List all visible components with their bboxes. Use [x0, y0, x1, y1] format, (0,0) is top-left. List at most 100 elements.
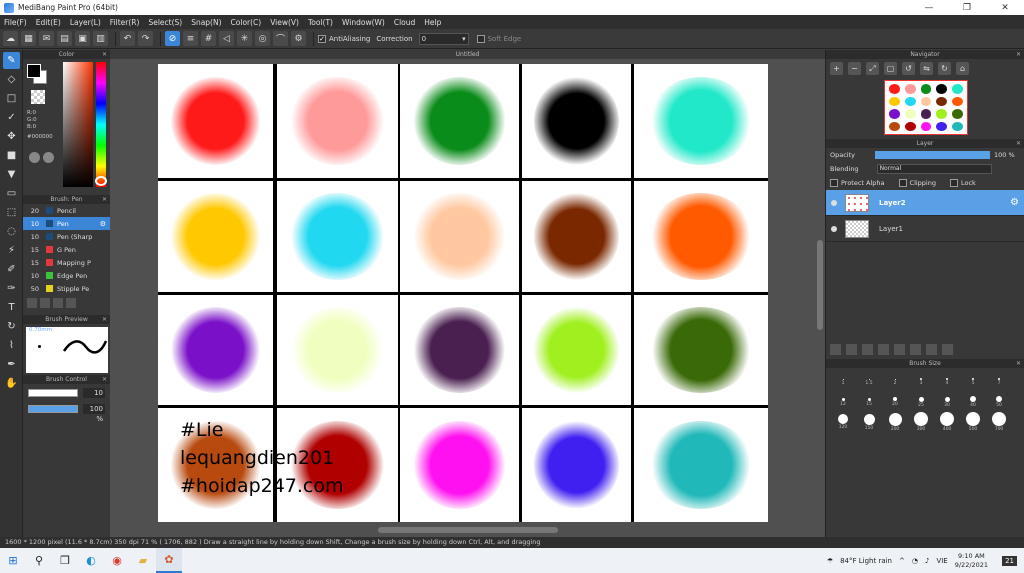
drawing-canvas[interactable]: #Lie lequangdien201 #hoidap247.com — [158, 64, 768, 522]
lock-option[interactable]: Lock — [950, 179, 976, 187]
zoom-out-icon[interactable]: − — [848, 62, 861, 75]
brush-size-option[interactable]: 400 — [934, 412, 960, 432]
brush-size-option[interactable]: 50 — [986, 392, 1012, 412]
menu-item[interactable]: Window(W) — [342, 18, 385, 27]
brush-size-value[interactable]: 10 — [83, 388, 105, 398]
delete-layer-icon[interactable] — [942, 344, 953, 355]
weather-icon[interactable]: ☂ — [827, 557, 833, 565]
brush-size-option[interactable]: 20 — [882, 392, 908, 412]
settings-icon[interactable]: ⚙ — [291, 31, 306, 46]
menu-item[interactable]: Color(C) — [231, 18, 262, 27]
brush-list-item[interactable]: 10 Pen ⚙ — [23, 217, 110, 230]
layer-row[interactable]: Layer1 — [826, 216, 1024, 242]
file-explorer-icon[interactable]: ▰ — [130, 548, 156, 573]
brush-size-option[interactable]: 25 — [908, 392, 934, 412]
magic-wand-tool-icon[interactable]: ⚡ — [3, 242, 20, 259]
menu-item[interactable]: File(F) — [4, 18, 27, 27]
add-layer-menu-icon[interactable] — [878, 344, 889, 355]
lock-checkbox[interactable] — [950, 179, 958, 187]
brush-list-item[interactable]: 10 Edge Pen — [23, 269, 110, 282]
vanishing-snap-icon[interactable]: ◁ — [219, 31, 234, 46]
layer-opacity-slider[interactable] — [875, 151, 991, 159]
eyedropper-tool-icon[interactable]: ⌇ — [3, 337, 20, 354]
layer-row[interactable]: Layer2 ⚙ — [826, 190, 1024, 216]
select-tool-icon[interactable]: ⬚ — [3, 204, 20, 221]
eyedropper-icon[interactable] — [43, 152, 54, 163]
gradient-tool-icon[interactable]: ▭ — [3, 185, 20, 202]
tray-expand-icon[interactable]: ^ — [899, 557, 905, 565]
lock-view-icon[interactable]: ⌂ — [956, 62, 969, 75]
redo-icon[interactable]: ↷ — [138, 31, 153, 46]
lang-indicator[interactable]: VIE — [936, 557, 947, 565]
close-icon[interactable]: ✕ — [1016, 139, 1021, 148]
horizontal-scrollbar[interactable] — [378, 527, 558, 533]
brush-size-option[interactable]: 120 — [830, 412, 856, 432]
lasso-tool-icon[interactable]: ◌ — [3, 223, 20, 240]
brush-size-option[interactable]: 12 — [830, 392, 856, 412]
eye-icon[interactable] — [831, 225, 837, 232]
chrome-browser-icon[interactable]: ◉ — [104, 548, 130, 573]
brush-list-item[interactable]: 20 Pencil — [23, 204, 110, 217]
menu-item[interactable]: Edit(E) — [36, 18, 61, 27]
new-layer-icon[interactable] — [830, 344, 841, 355]
dropper-tool-icon[interactable]: ✒ — [3, 356, 20, 373]
merge-layer-icon[interactable] — [926, 344, 937, 355]
navigator-thumbnail[interactable] — [884, 80, 968, 135]
grid-icon[interactable]: ▥ — [93, 31, 108, 46]
search-icon[interactable]: ⚲ — [26, 548, 52, 573]
close-icon[interactable]: ✕ — [102, 50, 107, 59]
brush-size-option[interactable]: 5 — [960, 372, 986, 392]
brush-options-icon[interactable] — [53, 298, 63, 308]
close-icon[interactable]: ✕ — [1016, 50, 1021, 59]
brush-opacity-value[interactable]: 100 % — [83, 404, 105, 423]
cloud-icon[interactable]: ☁ — [3, 31, 18, 46]
shape-tool-icon[interactable]: ■ — [3, 147, 20, 164]
menu-item[interactable]: View(V) — [270, 18, 299, 27]
weather-text[interactable]: 84°F Light rain — [840, 557, 892, 565]
maximize-button[interactable]: ❐ — [948, 3, 986, 13]
snap-off-icon[interactable]: ⊘ — [165, 31, 180, 46]
brush-size-option[interactable]: 150 — [856, 412, 882, 432]
new-folder-icon[interactable] — [894, 344, 905, 355]
protect-alpha-checkbox[interactable] — [830, 179, 838, 187]
blending-select[interactable]: Normal — [876, 164, 992, 174]
soft-edge-checkbox[interactable] — [476, 34, 485, 43]
brush-size-option[interactable]: 7 — [986, 372, 1012, 392]
rotate-left-icon[interactable]: ↺ — [902, 62, 915, 75]
cross-snap-icon[interactable]: # — [201, 31, 216, 46]
hue-slider-knob[interactable] — [95, 176, 107, 186]
add-brush-icon[interactable] — [27, 298, 37, 308]
brush-list-item[interactable]: 15 G Pen — [23, 243, 110, 256]
new-1bit-layer-icon[interactable] — [862, 344, 873, 355]
select-eraser-tool-icon[interactable]: ✑ — [3, 280, 20, 297]
clipping-option[interactable]: Clipping — [898, 179, 936, 187]
zoom-in-icon[interactable]: + — [830, 62, 843, 75]
text-tool-icon[interactable]: T — [3, 299, 20, 316]
volume-icon[interactable]: ♪ — [925, 557, 929, 565]
page-icon[interactable]: ▤ — [57, 31, 72, 46]
fit-icon[interactable]: ⤢ — [866, 62, 879, 75]
clipping-checkbox[interactable] — [898, 179, 907, 187]
protect-alpha-option[interactable]: Protect Alpha — [830, 179, 885, 187]
flip-icon[interactable]: ⇋ — [920, 62, 933, 75]
new-halftone-layer-icon[interactable] — [846, 344, 857, 355]
network-icon[interactable]: ◔ — [912, 557, 918, 565]
clock[interactable]: 9:10 AM 9/22/2021 — [955, 552, 995, 570]
circle-snap-icon[interactable]: ◎ — [255, 31, 270, 46]
gear-icon[interactable]: ⚙ — [100, 220, 106, 228]
save-icon[interactable]: ▣ — [75, 31, 90, 46]
brush-list-item[interactable]: 50 Stipple Pe — [23, 282, 110, 295]
brush-size-option[interactable]: 30 — [934, 392, 960, 412]
vertical-scrollbar[interactable] — [817, 240, 823, 330]
transparent-color-swatch[interactable] — [31, 90, 45, 104]
correction-select[interactable]: 0 ▾ — [418, 32, 469, 45]
move-tool-icon[interactable]: ✥ — [3, 128, 20, 145]
check-tool-icon[interactable]: ✓ — [3, 109, 20, 126]
brush-size-option[interactable]: 2 — [882, 372, 908, 392]
rectangle-tool-icon[interactable]: □ — [3, 90, 20, 107]
palette-icon[interactable] — [29, 152, 40, 163]
rotate-right-icon[interactable]: ↻ — [938, 62, 951, 75]
brush-size-slider[interactable] — [28, 389, 78, 397]
new-brush-icon[interactable] — [40, 298, 50, 308]
eraser-tool-icon[interactable]: ◇ — [3, 71, 20, 88]
